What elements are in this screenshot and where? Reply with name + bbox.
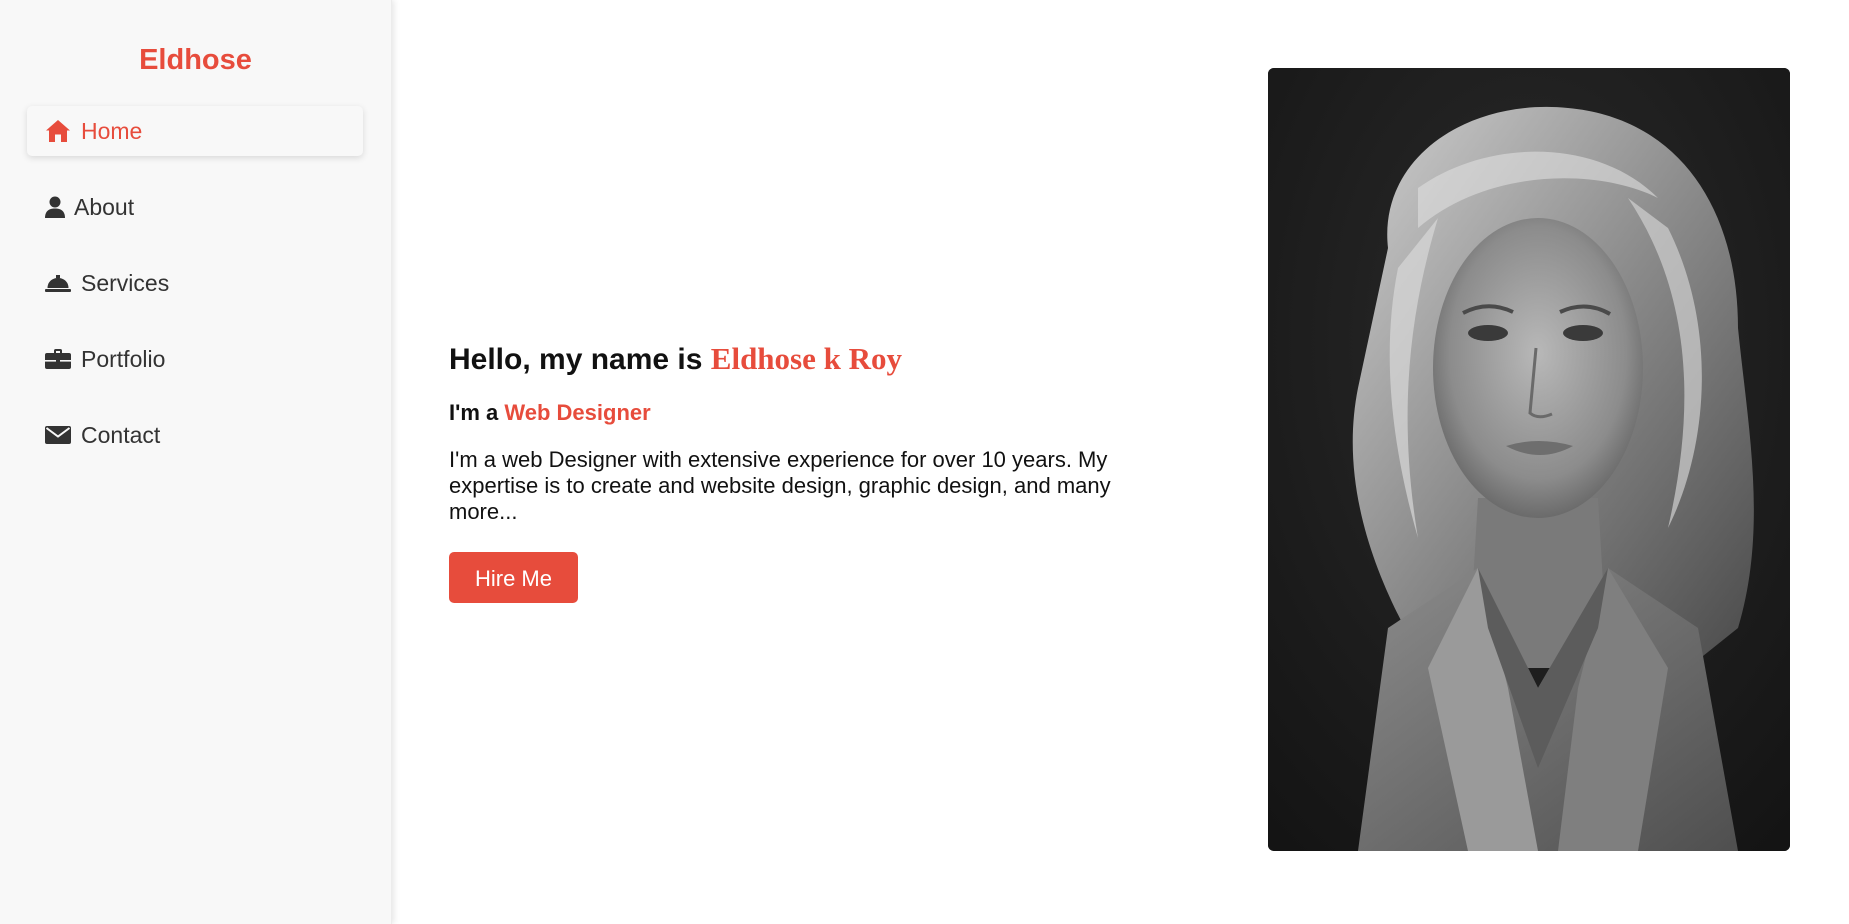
- sidebar-item-label: Home: [81, 117, 143, 144]
- briefcase-icon: [45, 346, 71, 372]
- sidebar: Eldhose Home About Services Portfolio Co…: [0, 0, 392, 924]
- portrait-photo: [1268, 68, 1790, 851]
- sidebar-item-label: Services: [81, 269, 170, 296]
- bell-icon: [45, 270, 71, 296]
- sidebar-item-about[interactable]: About: [27, 182, 363, 232]
- home-icon: [45, 118, 71, 144]
- sidebar-item-label: Contact: [81, 421, 161, 448]
- hero-role: I'm a Web Designer: [449, 399, 1129, 427]
- user-icon: [45, 194, 65, 220]
- hero-role-prefix: I'm a: [449, 400, 499, 425]
- hero-intro: Hello, my name is Eldhose k Roy I'm a We…: [449, 340, 1129, 603]
- envelope-icon: [45, 422, 71, 448]
- sidebar-item-portfolio[interactable]: Portfolio: [27, 334, 363, 384]
- hero-role-title: Web Designer: [504, 400, 651, 425]
- hero-greeting: Hello, my name is: [449, 343, 703, 376]
- hire-me-button[interactable]: Hire Me: [449, 552, 578, 603]
- hero-name: Eldhose k Roy: [710, 341, 903, 376]
- page: Eldhose Home About Services Portfolio Co…: [0, 0, 1849, 924]
- hero-description: I'm a web Designer with extensive experi…: [449, 447, 1111, 524]
- sidebar-item-home[interactable]: Home: [27, 106, 363, 156]
- sidebar-item-contact[interactable]: Contact: [27, 410, 363, 460]
- sidebar-item-label: About: [74, 193, 135, 220]
- sidebar-nav: Home About Services Portfolio Contact: [27, 106, 363, 486]
- sidebar-item-label: Portfolio: [81, 345, 166, 372]
- logo[interactable]: Eldhose: [0, 44, 391, 77]
- sidebar-item-services[interactable]: Services: [27, 258, 363, 308]
- hero-heading: Hello, my name is Eldhose k Roy: [449, 340, 1129, 379]
